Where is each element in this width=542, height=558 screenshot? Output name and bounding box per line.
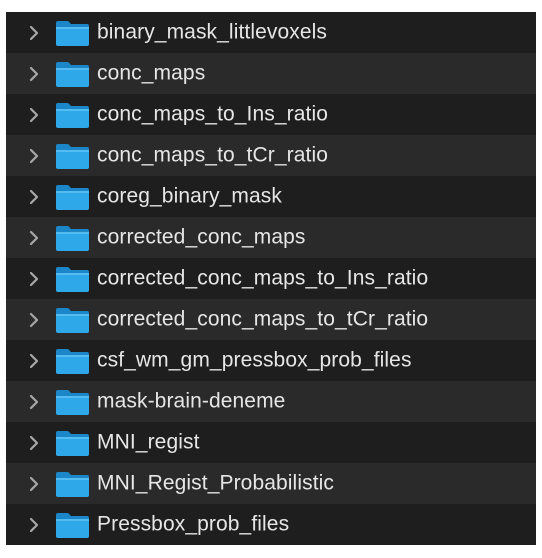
folder-row[interactable]: corrected_conc_maps — [6, 217, 536, 258]
folder-name: Pressbox_prob_files — [97, 512, 290, 536]
chevron-right-icon[interactable] — [26, 66, 42, 82]
folder-icon — [54, 470, 91, 498]
folder-icon — [54, 101, 91, 129]
chevron-right-icon[interactable] — [26, 25, 42, 41]
folder-name: MNI_Regist_Probabilistic — [97, 471, 334, 495]
folder-row[interactable]: corrected_conc_maps_to_tCr_ratio — [6, 299, 536, 340]
chevron-right-icon[interactable] — [26, 517, 42, 533]
folder-icon — [54, 224, 91, 252]
folder-name: MNI_regist — [97, 430, 200, 454]
folder-row[interactable]: MNI_Regist_Probabilistic — [6, 463, 536, 504]
folder-icon — [54, 183, 91, 211]
folder-icon — [54, 265, 91, 293]
chevron-right-icon[interactable] — [26, 394, 42, 410]
folder-name: mask-brain-deneme — [97, 389, 286, 413]
folder-row[interactable]: Pressbox_prob_files — [6, 504, 536, 545]
folder-icon — [54, 60, 91, 88]
folder-name: corrected_conc_maps — [97, 225, 306, 249]
folder-row[interactable]: coreg_binary_mask — [6, 176, 536, 217]
folder-list: binary_mask_littlevoxels conc_maps conc_… — [6, 12, 536, 545]
folder-row[interactable]: conc_maps_to_tCr_ratio — [6, 135, 536, 176]
folder-row[interactable]: conc_maps — [6, 53, 536, 94]
folder-name: coreg_binary_mask — [97, 184, 282, 208]
folder-name: conc_maps — [97, 61, 206, 85]
chevron-right-icon[interactable] — [26, 476, 42, 492]
folder-icon — [54, 511, 91, 539]
chevron-right-icon[interactable] — [26, 353, 42, 369]
chevron-right-icon[interactable] — [26, 107, 42, 123]
folder-row[interactable]: csf_wm_gm_pressbox_prob_files — [6, 340, 536, 381]
folder-row[interactable]: conc_maps_to_Ins_ratio — [6, 94, 536, 135]
chevron-right-icon[interactable] — [26, 271, 42, 287]
folder-name: corrected_conc_maps_to_tCr_ratio — [97, 307, 429, 331]
chevron-right-icon[interactable] — [26, 189, 42, 205]
folder-name: conc_maps_to_Ins_ratio — [97, 102, 329, 126]
folder-name: csf_wm_gm_pressbox_prob_files — [97, 348, 412, 372]
folder-row[interactable]: MNI_regist — [6, 422, 536, 463]
folder-icon — [54, 347, 91, 375]
folder-name: binary_mask_littlevoxels — [97, 20, 327, 44]
chevron-right-icon[interactable] — [26, 312, 42, 328]
chevron-right-icon[interactable] — [26, 230, 42, 246]
folder-row[interactable]: mask-brain-deneme — [6, 381, 536, 422]
folder-icon — [54, 306, 91, 334]
folder-name: corrected_conc_maps_to_Ins_ratio — [97, 266, 429, 290]
folder-icon — [54, 388, 91, 416]
folder-icon — [54, 19, 91, 47]
chevron-right-icon[interactable] — [26, 148, 42, 164]
folder-row[interactable]: binary_mask_littlevoxels — [6, 12, 536, 53]
chevron-right-icon[interactable] — [26, 435, 42, 451]
folder-icon — [54, 429, 91, 457]
folder-row[interactable]: corrected_conc_maps_to_Ins_ratio — [6, 258, 536, 299]
folder-icon — [54, 142, 91, 170]
folder-name: conc_maps_to_tCr_ratio — [97, 143, 328, 167]
